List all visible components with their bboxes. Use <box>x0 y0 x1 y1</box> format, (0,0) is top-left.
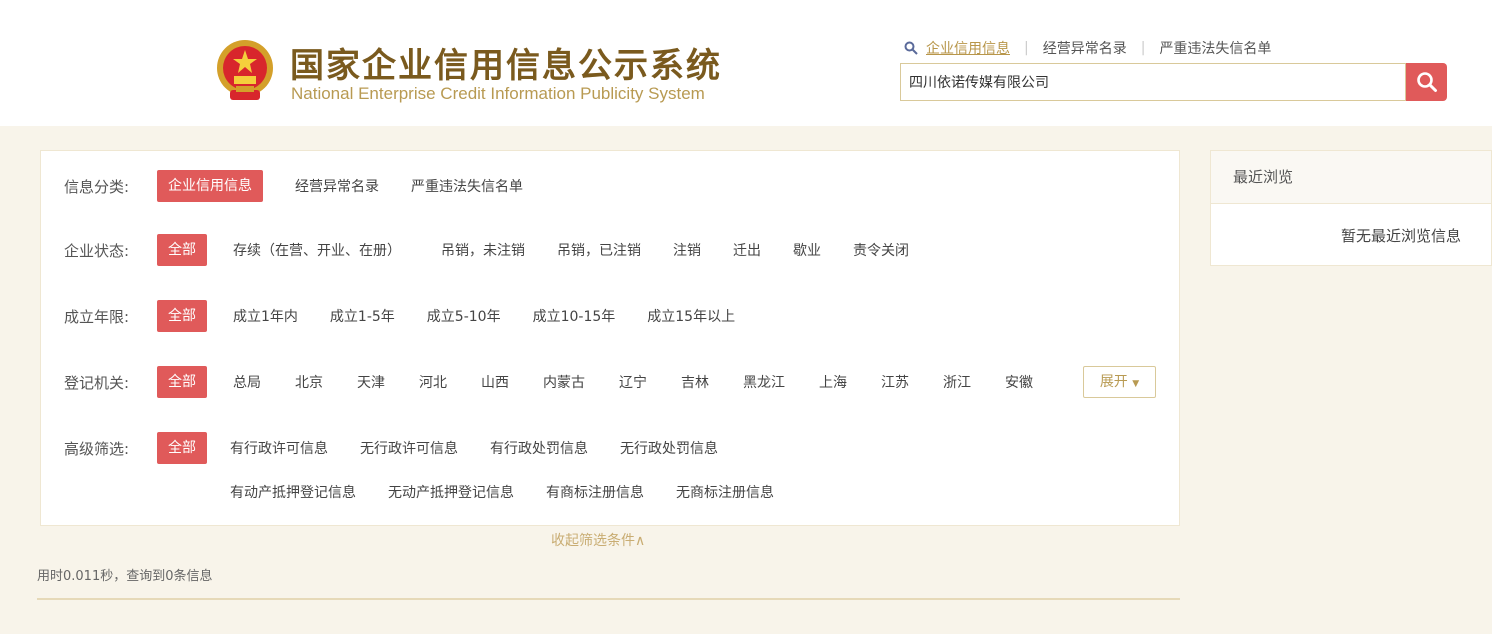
filter-chip-selected[interactable]: 企业信用信息 <box>157 170 263 202</box>
filter-option[interactable]: 吊销，未注销 <box>441 240 525 260</box>
recent-panel: 最近浏览 暂无最近浏览信息 <box>1210 150 1492 266</box>
national-emblem-icon <box>217 40 273 100</box>
filter-chip-selected[interactable]: 全部 <box>157 366 207 398</box>
filter-option[interactable]: 无行政处罚信息 <box>620 438 718 458</box>
filter-option[interactable]: 山西 <box>481 372 509 392</box>
filter-options: 有行政许可信息 无行政许可信息 有行政处罚信息 无行政处罚信息 <box>230 438 718 458</box>
filter-option[interactable]: 注销 <box>673 240 701 260</box>
recent-empty-text: 暂无最近浏览信息 <box>1341 227 1462 245</box>
filter-option[interactable]: 成立5-10年 <box>427 306 501 326</box>
filter-option[interactable]: 成立10-15年 <box>533 306 616 326</box>
filter-option[interactable]: 天津 <box>357 372 385 392</box>
filter-chip-selected[interactable]: 全部 <box>157 300 207 332</box>
filter-option[interactable]: 无商标注册信息 <box>676 482 774 502</box>
filter-option[interactable]: 北京 <box>295 372 323 392</box>
filter-option[interactable]: 黑龙江 <box>743 372 785 392</box>
filter-option[interactable]: 吉林 <box>681 372 709 392</box>
filter-chip-selected[interactable]: 全部 <box>157 432 207 464</box>
filter-option[interactable]: 江苏 <box>881 372 909 392</box>
filter-option[interactable]: 有行政处罚信息 <box>490 438 588 458</box>
filter-option[interactable]: 上海 <box>819 372 847 392</box>
expand-authority-button[interactable]: 展开 ▼ <box>1083 366 1156 398</box>
filter-option[interactable]: 迁出 <box>733 240 761 260</box>
search-icon <box>904 41 918 55</box>
filter-options: 有动产抵押登记信息 无动产抵押登记信息 有商标注册信息 无商标注册信息 <box>230 482 774 502</box>
filter-option[interactable]: 歇业 <box>793 240 821 260</box>
site-title-en: National Enterprise Credit Information P… <box>291 84 705 103</box>
search-type-tabs: 企业信用信息 | 经营异常名录 | 严重违法失信名单 <box>904 38 1271 58</box>
filter-option[interactable]: 无动产抵押登记信息 <box>388 482 514 502</box>
filter-option[interactable]: 成立1-5年 <box>330 306 395 326</box>
caret-down-icon: ▼ <box>1132 379 1140 389</box>
tab-blacklist[interactable]: 严重违法失信名单 <box>1159 38 1271 58</box>
divider <box>37 598 1180 600</box>
collapse-filters-link[interactable]: 收起筛选条件∧ <box>551 530 645 550</box>
filter-option[interactable]: 有行政许可信息 <box>230 438 328 458</box>
filter-option[interactable]: 严重违法失信名单 <box>411 176 523 196</box>
search-input[interactable] <box>901 64 1405 100</box>
tab-credit-info[interactable]: 企业信用信息 <box>926 38 1010 58</box>
expand-label: 展开 <box>1099 374 1128 390</box>
site-title-cn: 国家企业信用信息公示系统 <box>290 46 722 86</box>
filter-panel: 信息分类: 企业信用信息 经营异常名录 严重违法失信名单 企业状态: 全部 存续… <box>40 150 1180 526</box>
filter-option[interactable]: 浙江 <box>943 372 971 392</box>
filter-option[interactable]: 安徽 <box>1005 372 1033 392</box>
search-button[interactable] <box>1406 63 1447 101</box>
filter-option[interactable]: 有商标注册信息 <box>546 482 644 502</box>
filter-chip-selected[interactable]: 全部 <box>157 234 207 266</box>
filter-option[interactable]: 内蒙古 <box>543 372 585 392</box>
filter-option[interactable]: 无行政许可信息 <box>360 438 458 458</box>
site-header: 国家企业信用信息公示系统 National Enterprise Credit … <box>0 0 1492 126</box>
filter-option[interactable]: 吊销，已注销 <box>557 240 641 260</box>
filter-options: 成立1年内 成立1-5年 成立5-10年 成立10-15年 成立15年以上 <box>233 306 735 326</box>
filter-options: 存续（在营、开业、在册） 吊销，未注销 吊销，已注销 注销 迁出 歇业 责令关闭 <box>233 240 909 260</box>
filter-option[interactable]: 总局 <box>233 372 261 392</box>
filter-options: 总局 北京 天津 河北 山西 内蒙古 辽宁 吉林 黑龙江 上海 江苏 浙江 安徽 <box>233 372 1033 392</box>
filter-option[interactable]: 存续（在营、开业、在册） <box>233 240 401 260</box>
filter-options: 经营异常名录 严重违法失信名单 <box>295 176 523 196</box>
tab-separator: | <box>1024 40 1029 56</box>
search-icon <box>1416 72 1437 92</box>
tab-abnormal-list[interactable]: 经营异常名录 <box>1043 38 1127 58</box>
filter-option[interactable]: 有动产抵押登记信息 <box>230 482 356 502</box>
filter-option[interactable]: 责令关闭 <box>853 240 909 260</box>
filter-option[interactable]: 河北 <box>419 372 447 392</box>
search-box <box>900 63 1406 101</box>
tab-separator: | <box>1140 40 1146 56</box>
filter-option[interactable]: 成立1年内 <box>233 306 298 326</box>
filter-option[interactable]: 辽宁 <box>619 372 647 392</box>
filter-option[interactable]: 成立15年以上 <box>647 306 735 326</box>
recent-title: 最近浏览 <box>1211 151 1491 204</box>
filter-option[interactable]: 经营异常名录 <box>295 176 379 196</box>
result-summary: 用时0.011秒，查询到0条信息 <box>37 569 213 584</box>
